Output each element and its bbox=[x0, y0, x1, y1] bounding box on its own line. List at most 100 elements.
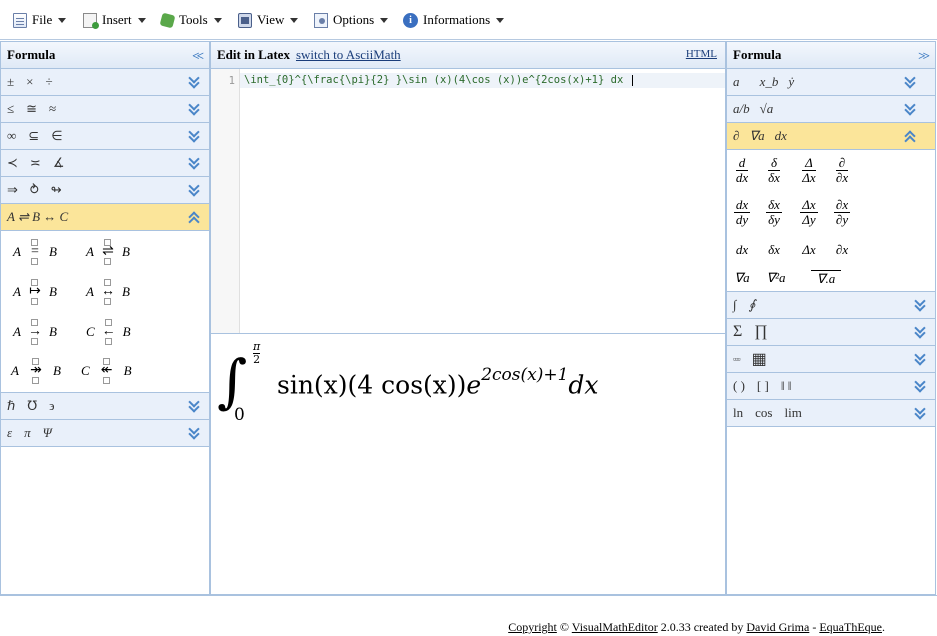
expand-icon[interactable] bbox=[188, 74, 200, 90]
expand-icon[interactable] bbox=[904, 101, 916, 117]
menu-informations[interactable]: i Informations bbox=[403, 11, 505, 29]
accordion-arrows-active[interactable]: A ⇌ B ↔ C bbox=[1, 204, 209, 231]
symbol[interactable]: × bbox=[26, 74, 33, 90]
expand-icon[interactable] bbox=[914, 405, 926, 421]
symbol[interactable]: ∏ bbox=[754, 323, 767, 341]
accordion-integrals[interactable]: ∫ ∮ bbox=[727, 292, 935, 319]
arrow-symbol[interactable]: A ⇌ B bbox=[86, 239, 130, 265]
symbol[interactable]: ▦ bbox=[752, 349, 767, 369]
symbol[interactable]: ▫▫▫ bbox=[733, 354, 741, 364]
html-link[interactable]: HTML bbox=[686, 48, 717, 60]
accordion-relations[interactable]: ≤ ≅ ≈ bbox=[1, 96, 209, 123]
expand-icon[interactable] bbox=[188, 128, 200, 144]
symbol[interactable]: ln bbox=[733, 405, 743, 421]
menu-file[interactable]: File bbox=[13, 11, 67, 29]
symbol[interactable]: ∡ bbox=[53, 155, 65, 171]
copyright-link[interactable]: Copyright bbox=[508, 620, 557, 634]
derivative-symbol[interactable]: ∂x ∂y bbox=[829, 198, 855, 228]
collapse-left-icon[interactable]: << bbox=[192, 48, 204, 64]
app-link[interactable]: VisualMathEditor bbox=[572, 620, 658, 634]
expand-icon[interactable] bbox=[188, 155, 200, 171]
derivative-symbol[interactable]: dx bbox=[729, 242, 755, 258]
symbol[interactable]: ∮ bbox=[749, 297, 756, 313]
derivative-symbol[interactable]: dx dy bbox=[729, 198, 755, 228]
menu-tools[interactable]: Tools bbox=[159, 11, 222, 29]
author-link[interactable]: David Grima bbox=[746, 620, 809, 634]
derivative-symbol[interactable]: Δx Δy bbox=[796, 198, 822, 228]
symbol[interactable]: ‖ ‖ bbox=[781, 378, 792, 394]
accordion-derivatives-active[interactable]: ∂ ∇a dx bbox=[727, 123, 935, 150]
collapse-icon[interactable] bbox=[904, 128, 916, 144]
derivative-symbol[interactable]: ∂x bbox=[829, 242, 855, 258]
latex-code-editor[interactable]: 1 \int_{0}^{\frac{\pi}{2} }\sin (x)(4\co… bbox=[211, 69, 725, 334]
accordion-geometry[interactable]: ≺ ≍ ∡ bbox=[1, 150, 209, 177]
symbol[interactable]: ≤ bbox=[7, 101, 14, 117]
expand-icon[interactable] bbox=[188, 425, 200, 441]
divergence-symbol[interactable]: ∇.a bbox=[811, 270, 841, 287]
switch-asciimath-link[interactable]: switch to AsciiMath bbox=[296, 47, 401, 63]
symbol[interactable]: ⇒ bbox=[7, 182, 18, 198]
accordion-fractions[interactable]: a/b √a bbox=[727, 96, 935, 123]
symbol[interactable]: ⥁ bbox=[30, 182, 39, 198]
arrow-symbol[interactable]: A ↦ B bbox=[13, 279, 57, 305]
accordion-special-letters[interactable]: ℏ ℧ ϶ bbox=[1, 393, 209, 420]
symbol[interactable]: ∞ bbox=[7, 128, 16, 144]
symbol[interactable]: Ψ bbox=[43, 425, 52, 441]
derivative-symbol[interactable]: δx bbox=[761, 242, 787, 258]
menu-insert[interactable]: Insert bbox=[83, 11, 146, 29]
derivative-symbol[interactable]: δx δy bbox=[761, 198, 787, 228]
collapse-icon[interactable] bbox=[188, 209, 200, 225]
symbol[interactable]: ≍ bbox=[30, 155, 41, 171]
derivative-symbol[interactable]: δ δx bbox=[761, 156, 787, 186]
symbol[interactable]: x_b bbox=[760, 74, 779, 90]
symbol[interactable]: cos bbox=[755, 405, 772, 421]
expand-icon[interactable] bbox=[904, 74, 916, 90]
expand-icon[interactable] bbox=[188, 182, 200, 198]
derivative-symbol[interactable]: d dx bbox=[729, 156, 755, 186]
arrow-symbol[interactable]: A ↠ B bbox=[11, 358, 61, 384]
accordion-operators[interactable]: ± × ÷ bbox=[1, 69, 209, 96]
code-line[interactable]: \int_{0}^{\frac{\pi}{2} }\sin (x)(4\cos … bbox=[240, 73, 725, 88]
symbol[interactable]: ϶ bbox=[49, 398, 54, 414]
symbol[interactable]: ℏ bbox=[7, 398, 15, 414]
symbol[interactable]: a/b bbox=[733, 101, 750, 117]
symbol[interactable]: ℧ bbox=[27, 398, 37, 414]
symbol[interactable]: ↬ bbox=[51, 182, 62, 198]
expand-icon[interactable] bbox=[914, 378, 926, 394]
accordion-functions[interactable]: ln cos lim bbox=[727, 400, 935, 427]
arrow-symbol[interactable]: A ↔ B bbox=[86, 279, 130, 305]
symbol[interactable]: lim bbox=[784, 405, 801, 421]
symbol[interactable]: ε bbox=[7, 425, 12, 441]
site-link[interactable]: EquaThEque bbox=[819, 620, 882, 634]
derivative-symbol[interactable]: ∂ ∂x bbox=[829, 156, 855, 186]
symbol[interactable]: [ ] bbox=[757, 378, 769, 394]
accordion-sums[interactable]: Σ ∏ bbox=[727, 319, 935, 346]
expand-icon[interactable] bbox=[914, 324, 926, 340]
arrow-symbol[interactable]: A → B bbox=[13, 319, 57, 345]
arrow-symbol[interactable]: A = B bbox=[13, 239, 57, 265]
symbol[interactable]: ∈ bbox=[51, 128, 62, 144]
symbol[interactable]: ∇a bbox=[749, 128, 764, 144]
symbol[interactable]: ẏ bbox=[788, 74, 794, 90]
accordion-sets[interactable]: ∞ ⊆ ∈ bbox=[1, 123, 209, 150]
collapse-right-icon[interactable]: >> bbox=[918, 48, 930, 64]
nabla-symbol[interactable]: ∇a bbox=[729, 270, 755, 286]
accordion-logic-arrows[interactable]: ⇒ ⥁ ↬ bbox=[1, 177, 209, 204]
expand-icon[interactable] bbox=[188, 101, 200, 117]
arrow-symbol[interactable]: C ← B bbox=[86, 319, 131, 345]
symbol[interactable]: ⊆ bbox=[28, 128, 39, 144]
accordion-vectors[interactable]: a⃗ x_b ẏ bbox=[727, 69, 935, 96]
symbol[interactable]: Σ bbox=[733, 323, 742, 341]
symbol[interactable]: dx bbox=[775, 128, 787, 144]
expand-icon[interactable] bbox=[188, 398, 200, 414]
menu-options[interactable]: Options bbox=[314, 11, 389, 29]
symbol[interactable]: ≈ bbox=[49, 101, 56, 117]
symbol[interactable]: ≺ bbox=[7, 155, 18, 171]
symbol[interactable]: π bbox=[24, 425, 31, 441]
symbol[interactable]: a⃗ bbox=[733, 74, 750, 90]
symbol[interactable]: ( ) bbox=[733, 378, 745, 394]
expand-icon[interactable] bbox=[914, 351, 926, 367]
accordion-brackets[interactable]: ( ) [ ] ‖ ‖ bbox=[727, 373, 935, 400]
symbol[interactable]: ± bbox=[7, 74, 14, 90]
expand-icon[interactable] bbox=[914, 297, 926, 313]
